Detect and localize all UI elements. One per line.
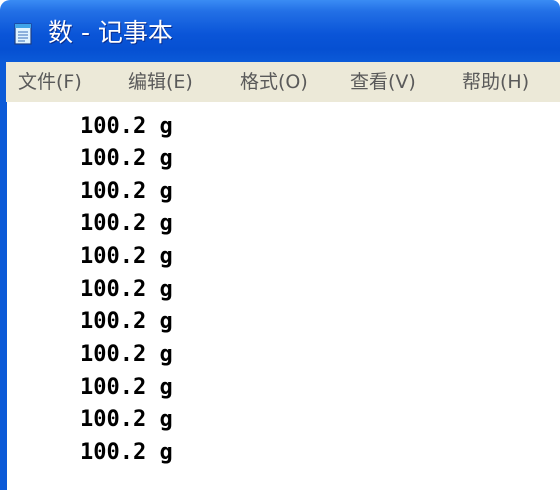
notepad-window: 数 - 记事本 文件(F) 编辑(E) 格式(O) 查看(V) 帮助(H) 10…	[0, 0, 560, 490]
menu-help[interactable]: 帮助(H)	[462, 70, 529, 94]
title-bar[interactable]: 数 - 记事本	[0, 0, 560, 62]
text-line[interactable]: 100.2 g	[80, 146, 173, 172]
window-title: 数 - 记事本	[48, 18, 173, 47]
text-line[interactable]: 100.2 g	[80, 244, 173, 270]
text-line[interactable]: 100.2 g	[80, 179, 173, 205]
text-line[interactable]: 100.2 g	[80, 342, 173, 368]
menu-bar: 文件(F) 编辑(E) 格式(O) 查看(V) 帮助(H)	[0, 62, 560, 103]
window-frame-left	[0, 102, 7, 490]
text-line[interactable]: 100.2 g	[80, 407, 173, 433]
menu-format[interactable]: 格式(O)	[240, 70, 308, 94]
text-editor-area[interactable]: 100.2 g 100.2 g 100.2 g 100.2 g 100.2 g …	[7, 102, 560, 490]
notepad-icon	[14, 23, 32, 45]
menu-edit[interactable]: 编辑(E)	[128, 70, 193, 94]
text-line[interactable]: 100.2 g	[80, 277, 173, 303]
window-frame-left-top	[0, 62, 6, 102]
menu-file[interactable]: 文件(F)	[18, 70, 82, 94]
text-line[interactable]: 100.2 g	[80, 114, 173, 140]
menu-view[interactable]: 查看(V)	[350, 70, 416, 94]
text-line[interactable]: 100.2 g	[80, 211, 173, 237]
text-line[interactable]: 100.2 g	[80, 309, 173, 335]
text-line[interactable]: 100.2 g	[80, 375, 173, 401]
text-line[interactable]: 100.2 g	[80, 440, 173, 466]
